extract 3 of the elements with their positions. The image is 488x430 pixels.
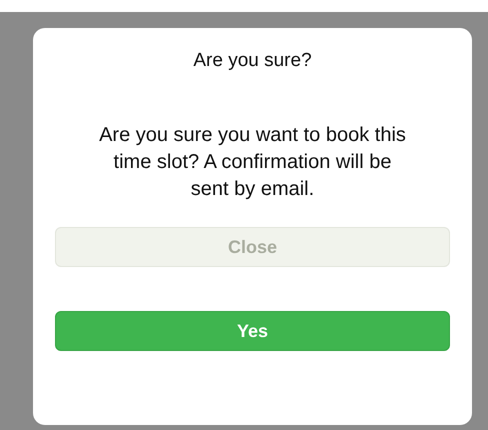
confirm-button[interactable]: Yes [55,311,450,351]
dialog-message: Are you sure you want to book this time slot? A confirmation will be sent by email. [98,123,407,202]
dialog-title: Are you sure? [193,50,312,72]
